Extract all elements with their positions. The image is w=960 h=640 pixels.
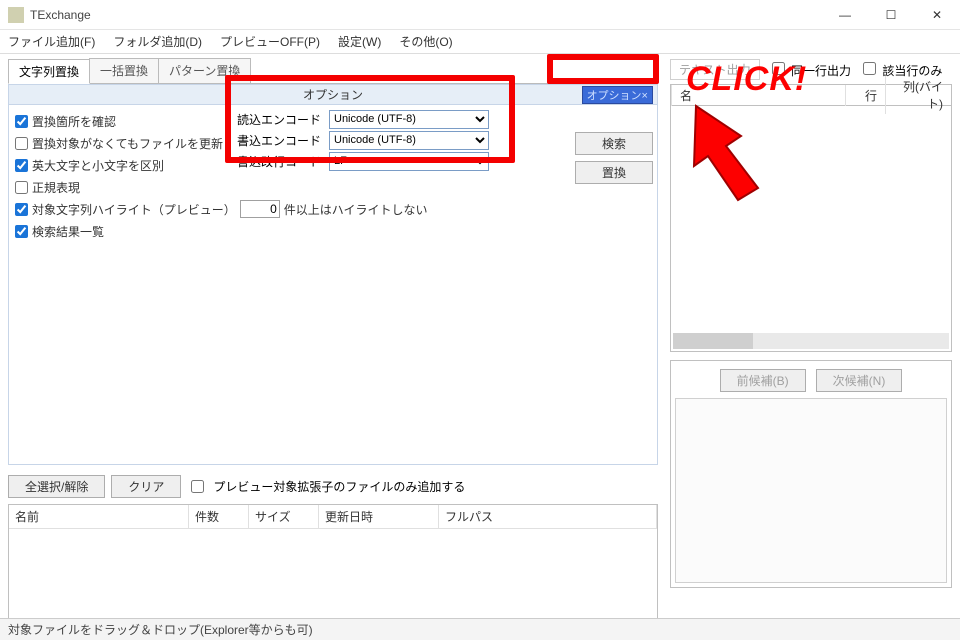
annotation-arrow-icon [686,96,776,206]
label-highlight: 対象文字列ハイライト（プレビュー） [32,201,236,218]
menu-settings[interactable]: 設定(W) [338,33,381,50]
col-date[interactable]: 更新日時 [319,505,439,528]
status-bar: 対象ファイルをドラッグ＆ドロップ(Explorer等からも可) [0,618,960,640]
menu-bar: ファイル追加(F) フォルダ追加(D) プレビューOFF(P) 設定(W) その… [0,30,960,54]
label-write-encode: 書込エンコード [237,132,329,149]
label-update-no-target: 置換対象がなくてもファイルを更新 [32,135,223,152]
prev-candidate-button[interactable]: 前候補(B) [720,369,806,392]
check-result-list[interactable] [15,225,28,238]
next-candidate-button[interactable]: 次候補(N) [816,369,903,392]
file-list: 名前 件数 サイズ 更新日時 フルパス [8,504,658,620]
label-result-list: 検索結果一覧 [32,223,104,240]
status-text: 対象ファイルをドラッグ＆ドロップ(Explorer等からも可) [8,623,313,637]
select-read-encode[interactable]: Unicode (UTF-8) [329,110,489,129]
label-regex: 正規表現 [32,179,80,196]
label-lf-code: 書込改行コード [237,153,329,170]
label-confirm-location: 置換箇所を確認 [32,113,116,130]
col-path[interactable]: フルパス [439,505,657,528]
menu-folder-add[interactable]: フォルダ追加(D) [113,33,202,50]
option-bar: オプション オプション× [8,84,658,105]
label-case-sensitive: 英大文字と小文字を区別 [32,157,164,174]
options-panel: 置換箇所を確認 置換対象がなくてもファイルを更新 英大文字と小文字を区別 正規表… [8,105,658,465]
clear-button[interactable]: クリア [111,475,181,498]
check-update-no-target[interactable] [15,137,28,150]
check-confirm-location[interactable] [15,115,28,128]
annotation-highlight-option-close [547,54,659,84]
candidate-preview [675,398,947,583]
col-name[interactable]: 名前 [9,505,189,528]
tab-batch-replace[interactable]: 一括置換 [89,58,159,83]
col-result-row[interactable]: 行 [845,85,885,106]
minimize-button[interactable]: — [822,0,868,30]
window-title: TExchange [30,8,822,22]
option-bar-label: オプション [303,86,363,103]
title-bar: TExchange — ☐ ✕ [0,0,960,30]
check-target-line-only[interactable] [863,62,876,75]
encoding-grid: 読込エンコード Unicode (UTF-8) 書込エンコード Unicode … [237,109,489,172]
check-regex[interactable] [15,181,28,194]
highlight-threshold-input[interactable] [240,200,280,218]
menu-file-add[interactable]: ファイル追加(F) [8,33,95,50]
option-close-button[interactable]: オプション× [582,86,653,104]
label-read-encode: 読込エンコード [237,111,329,128]
file-list-header: 名前 件数 サイズ 更新日時 フルパス [9,505,657,529]
action-button-column: 検索 置換 [570,132,658,190]
app-icon [8,7,24,23]
select-all-button[interactable]: 全選択/解除 [8,475,105,498]
menu-other[interactable]: その他(O) [399,33,452,50]
check-case-sensitive[interactable] [15,159,28,172]
check-preview-ext-only[interactable] [191,480,204,493]
menu-preview-off[interactable]: プレビューOFF(P) [220,33,320,50]
select-lf-code[interactable]: LF [329,152,489,171]
maximize-button[interactable]: ☐ [868,0,914,30]
col-count[interactable]: 件数 [189,505,249,528]
replace-button[interactable]: 置換 [575,161,653,184]
tab-pattern-replace[interactable]: パターン置換 [158,58,251,83]
search-button[interactable]: 検索 [575,132,653,155]
label-preview-ext-only: プレビュー対象拡張子のファイルのみ追加する [213,478,465,495]
scroll-thumb[interactable] [673,333,753,349]
col-size[interactable]: サイズ [249,505,319,528]
annotation-click-text: CLICK! [686,60,807,99]
left-pane: 文字列置換 一括置換 パターン置換 オプション オプション× 置換箇所を確認 置… [8,58,658,618]
label-highlight-suffix: 件以上はハイライトしない [284,201,428,218]
file-control-row: 全選択/解除 クリア プレビュー対象拡張子のファイルのみ追加する [8,475,658,498]
tab-string-replace[interactable]: 文字列置換 [8,59,90,84]
close-button[interactable]: ✕ [914,0,960,30]
check-highlight[interactable] [15,203,28,216]
candidate-panel: 前候補(B) 次候補(N) [670,360,952,588]
result-hscroll[interactable] [673,333,949,349]
select-write-encode[interactable]: Unicode (UTF-8) [329,131,489,150]
